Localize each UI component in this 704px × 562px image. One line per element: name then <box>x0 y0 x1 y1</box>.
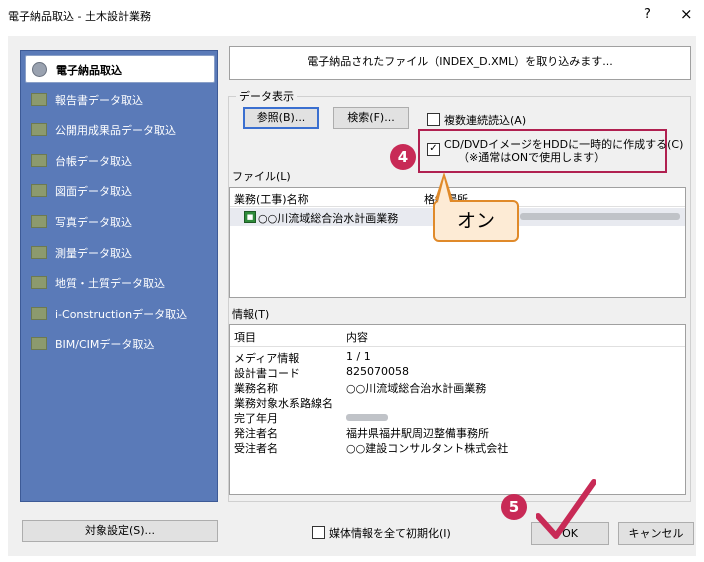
sidebar-item-label: 電子納品取込 <box>56 64 122 77</box>
list-item: 完了年月 <box>230 410 685 425</box>
list-item: 業務名称 ○○川流域総合治水計画業務 <box>230 380 685 395</box>
multi-read-checkbox[interactable]: 複数連続読込(A) <box>427 112 526 128</box>
help-button[interactable]: ? <box>644 7 651 22</box>
folder-icon <box>31 337 47 350</box>
data-display-label: データ表示 <box>236 88 297 104</box>
folder-icon <box>31 246 47 259</box>
list-item: 業務対象水系路線名 <box>230 395 685 410</box>
disc-icon <box>32 62 47 77</box>
close-button[interactable]: × <box>680 5 693 23</box>
column-header-name[interactable]: 業務(工事)名称 <box>234 191 309 207</box>
file-name-cell: ○○川流域総合治水計画業務 <box>258 212 399 225</box>
sidebar-item-drawing[interactable]: 図面データ取込 <box>25 178 213 202</box>
reset-media-checkbox[interactable]: 媒体情報を全て初期化(I) <box>312 525 451 541</box>
folder-icon <box>31 123 47 136</box>
target-settings-button[interactable]: 対象設定(S)... <box>22 520 218 542</box>
folder-icon <box>31 93 47 106</box>
checkbox-box[interactable] <box>427 113 440 126</box>
sidebar-item-label: BIM/CIMデータ取込 <box>55 338 155 351</box>
list-item: 受注者名 ○○建設コンサルタント株式会社 <box>230 440 685 455</box>
info-key: 業務対象水系路線名 <box>234 397 333 410</box>
info-key: 受注者名 <box>234 442 278 455</box>
folder-icon <box>31 215 47 228</box>
search-button[interactable]: 検索(F)... <box>333 107 409 129</box>
info-key: 設計書コード <box>234 367 300 380</box>
info-value: ○○建設コンサルタント株式会社 <box>346 442 509 455</box>
location-cell-blurred <box>520 213 680 220</box>
info-value: 825070058 <box>346 365 409 378</box>
folder-icon <box>31 154 47 167</box>
sidebar-item-report[interactable]: 報告書データ取込 <box>25 87 213 111</box>
window-title: 電子納品取込 - 土木設計業務 <box>8 10 151 23</box>
list-item: 設計書コード 825070058 <box>230 365 685 380</box>
list-item: メディア情報 1 / 1 <box>230 350 685 365</box>
sidebar: 電子納品取込 報告書データ取込 公開用成果品データ取込 台帳データ取込 図面デー… <box>20 50 218 502</box>
info-list-label: 情報(T) <box>232 308 270 321</box>
callout-pointer-inner <box>438 178 450 202</box>
checkbox-label-wrap: CD/DVDイメージをHDDに一時的に作成する(C) （※通常はONで使用します） <box>444 138 683 164</box>
step-badge-5: 5 <box>501 494 527 520</box>
file-list-label: ファイル(L) <box>232 170 291 183</box>
sidebar-item-label: i-Constructionデータ取込 <box>55 308 188 321</box>
sidebar-item-label: 公開用成果品データ取込 <box>55 124 176 137</box>
sidebar-item-label: 報告書データ取込 <box>55 94 143 107</box>
info-header: 項目 内容 <box>230 329 685 347</box>
info-key: 完了年月 <box>234 412 278 425</box>
info-key: 発注者名 <box>234 427 278 440</box>
sidebar-item-label: 測量データ取込 <box>55 247 132 260</box>
info-value-blurred <box>346 414 388 421</box>
sidebar-item-i-construction[interactable]: i-Constructionデータ取込 <box>25 301 213 325</box>
sidebar-item-electronic-import[interactable]: 電子納品取込 <box>25 55 215 83</box>
info-list[interactable]: 項目 内容 メディア情報 1 / 1 設計書コード 825070058 業務名称… <box>229 324 686 495</box>
folder-icon <box>31 184 47 197</box>
sidebar-item-label: 図面データ取込 <box>55 185 132 198</box>
callout-on: オン <box>433 200 519 242</box>
cd-dvd-checkbox[interactable]: ✓ CD/DVDイメージをHDDに一時的に作成する(C) （※通常はONで使用します… <box>427 138 683 164</box>
checkmark-icon <box>536 479 596 539</box>
title-bar: 電子納品取込 - 土木設計業務 ? × <box>0 0 704 32</box>
sidebar-item-label: 地質・土質データ取込 <box>55 277 165 290</box>
checkbox-label: CD/DVDイメージをHDDに一時的に作成する(C) <box>444 138 684 151</box>
info-value: 1 / 1 <box>346 350 371 363</box>
folder-icon <box>31 276 47 289</box>
folder-icon <box>31 307 47 320</box>
checkbox-label: 複数連続読込(A) <box>444 114 527 127</box>
info-key: 業務名称 <box>234 382 278 395</box>
info-value: 福井県福井駅周辺整備事務所 <box>346 427 489 440</box>
checkbox-label: 媒体情報を全て初期化(I) <box>329 527 451 540</box>
sidebar-item-label: 写真データ取込 <box>55 216 132 229</box>
step-badge-4: 4 <box>390 144 416 170</box>
cancel-button[interactable]: キャンセル <box>618 522 694 545</box>
checkbox-box[interactable] <box>312 526 325 539</box>
info-key: メディア情報 <box>234 352 300 365</box>
column-header-item[interactable]: 項目 <box>234 329 256 345</box>
sidebar-item-survey[interactable]: 測量データ取込 <box>25 240 213 264</box>
browse-button[interactable]: 参照(B)... <box>243 107 319 129</box>
sidebar-item-bim-cim[interactable]: BIM/CIMデータ取込 <box>25 331 213 355</box>
info-value: ○○川流域総合治水計画業務 <box>346 382 487 395</box>
sidebar-item-label: 台帳データ取込 <box>55 155 132 168</box>
header-message: 電子納品されたファイル（INDEX_D.XML）を取り込みます... <box>229 46 691 80</box>
checkbox-box[interactable]: ✓ <box>427 143 440 156</box>
checkbox-note: （※通常はONで使用します） <box>458 151 606 164</box>
sidebar-item-public-deliverable[interactable]: 公開用成果品データ取込 <box>25 117 213 141</box>
sidebar-item-geology[interactable]: 地質・土質データ取込 <box>25 270 213 294</box>
sidebar-item-photo[interactable]: 写真データ取込 <box>25 209 213 233</box>
column-header-content[interactable]: 内容 <box>346 329 368 345</box>
sidebar-item-ledger[interactable]: 台帳データ取込 <box>25 148 213 172</box>
list-item: 発注者名 福井県福井駅周辺整備事務所 <box>230 425 685 440</box>
project-icon: ■ <box>244 211 256 223</box>
